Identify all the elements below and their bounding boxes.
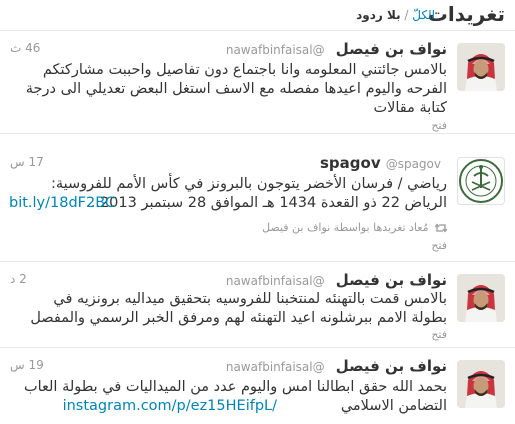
tweet-text-line-with-link: التضامن الاسلامي instagram.com/p/ez15HEi… [9,397,447,416]
avatar[interactable] [457,360,505,408]
tweet-text-line: الرياض 22 ذو القعدة 1434 هـ الموافق 28 س… [86,195,447,211]
tweet-timestamp[interactable]: 19 س [10,358,44,372]
avatar-image [457,43,505,91]
tweet-text: بالامس جائتني المعلومه وانا باجتماع دون … [9,61,447,118]
open-tweet-link[interactable]: فتح [431,239,447,252]
tweet-filter: الكلّ / بلا ردود [356,8,435,22]
filter-separator: / [404,8,409,22]
tweet-item[interactable]: spagov @spagov 17 س رياضي / فرسان الأخضر… [0,145,515,262]
avatar-image [457,360,505,408]
tweet-text-line: رياضي / فرسان الأخضر يتوجون بالبرونز في … [51,176,447,192]
tweet-author-name[interactable]: نواف بن فيصل [336,271,447,289]
spa-logo-icon [459,159,503,203]
timeline-header: تغريدات الكلّ / بلا ردود [0,0,515,31]
tweet-text-line: بحمد الله حقق ابطالنا امس واليوم عدد من … [23,379,447,395]
tweet-link[interactable]: bit.ly/18dF2BC [9,194,115,213]
twitter-timeline: تغريدات الكلّ / بلا ردود نواف بن فيصل @n… [0,0,515,424]
avatar-image [457,274,505,322]
avatar[interactable] [457,274,505,322]
tweet-author-handle[interactable]: @nawafbinfaisal [226,360,325,374]
tweet-text: رياضي / فرسان الأخضر يتوجون بالبرونز في … [9,175,447,213]
tweet-meta: نواف بن فيصل @nawafbinfaisal [226,39,447,58]
avatar[interactable] [457,43,505,91]
tweet-timestamp[interactable]: 46 ث [10,41,40,55]
tweet-timestamp[interactable]: 17 س [10,155,44,169]
tweet-text-line-with-link: الرياض 22 ذو القعدة 1434 هـ الموافق 28 س… [9,194,447,213]
tweet-author-name[interactable]: نواف بن فيصل [336,40,447,58]
tweet-meta: spagov @spagov [320,153,447,172]
page-title: تغريدات [427,2,505,26]
tweet-author-handle[interactable]: @spagov [386,157,441,171]
open-tweet-link[interactable]: فتح [431,328,447,341]
tweet-text: بالامس قمت بالتهنئه لمنتخبنا للفروسيه بت… [9,290,447,328]
avatar[interactable] [457,157,505,205]
tweet-text-line: بالامس جائتني المعلومه وانا باجتماع دون … [42,62,447,78]
retweet-icon [435,223,447,233]
tweet-meta: نواف بن فيصل @nawafbinfaisal [226,270,447,289]
tweet-text-line: التضامن الاسلامي [340,398,447,414]
tweet-author-handle[interactable]: @nawafbinfaisal [226,43,325,57]
filter-no-replies-link[interactable]: بلا ردود [356,8,400,22]
retweet-info: مُعاد تغريدها بواسطة نواف بن فيصل [262,221,447,234]
open-tweet-link[interactable]: فتح [431,119,447,132]
tweet-item[interactable]: نواف بن فيصل @nawafbinfaisal 46 ث بالامس… [0,31,515,134]
retweeted-by-text[interactable]: مُعاد تغريدها بواسطة نواف بن فيصل [262,221,428,234]
filter-all-link[interactable]: الكلّ [412,8,435,22]
tweet-author-handle[interactable]: @nawafbinfaisal [226,274,325,288]
tweet-text: بحمد الله حقق ابطالنا امس واليوم عدد من … [9,378,447,416]
tweet-author-name[interactable]: spagov [320,154,381,172]
tweet-timestamp[interactable]: 2 د [10,272,27,286]
tweet-text-line: بالامس قمت بالتهنئه لمنتخبنا للفروسيه بت… [53,291,447,307]
tweet-text-line: الفرحه واليوم اعيدها مفصله مع الاسف استغ… [25,81,447,97]
tweet-meta: نواف بن فيصل @nawafbinfaisal [226,356,447,375]
tweet-item[interactable]: نواف بن فيصل @nawafbinfaisal 19 س بحمد ا… [0,348,515,424]
tweet-item[interactable]: نواف بن فيصل @nawafbinfaisal 2 د بالامس … [0,262,515,348]
tweet-link[interactable]: instagram.com/p/ez15HEifpL/ [63,397,277,416]
tweet-text-line: بطولة الامم ببرشلونه اعيد التهنئه لهم وم… [30,310,447,326]
tweet-author-name[interactable]: نواف بن فيصل [336,357,447,375]
tweet-text-line: كتابة مقالات [373,100,447,116]
